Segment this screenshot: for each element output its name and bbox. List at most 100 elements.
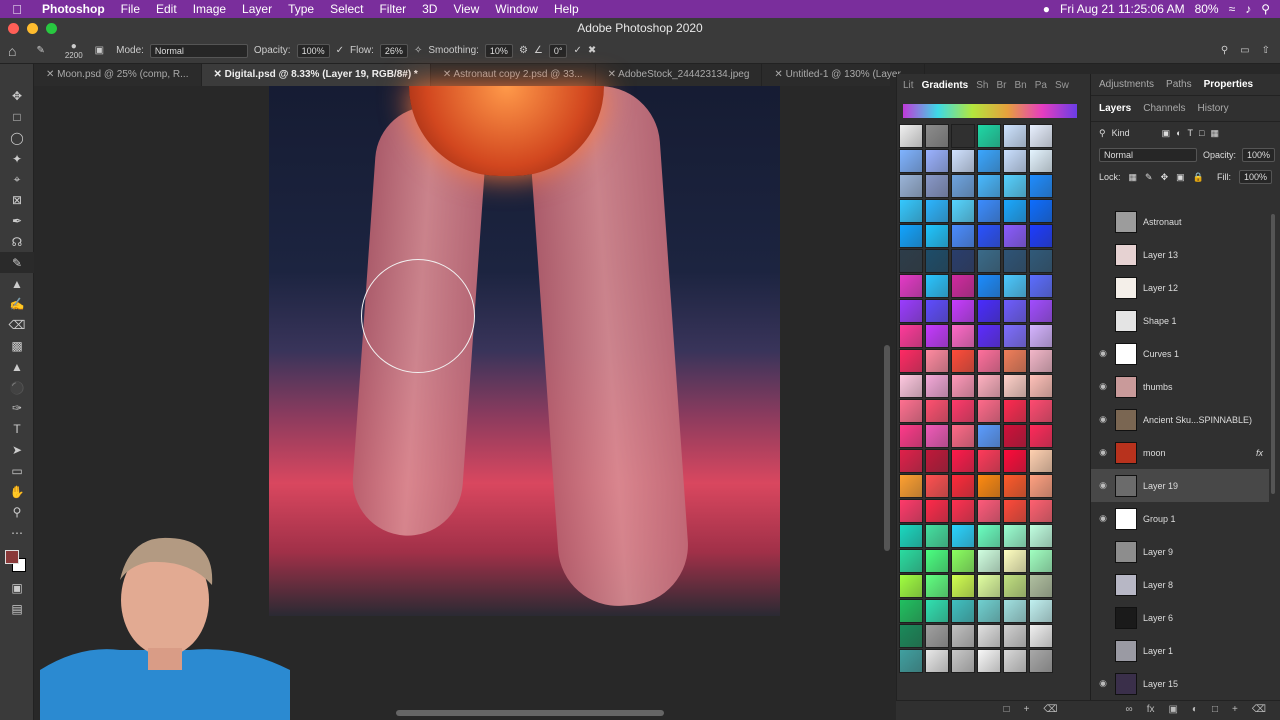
delete-layer-icon[interactable]: ⌫: [1252, 701, 1266, 719]
filter-adjust-icon[interactable]: ◐: [1176, 128, 1181, 138]
gradient-swatch[interactable]: [1029, 449, 1053, 473]
add-style-icon[interactable]: fx: [1147, 701, 1155, 719]
layer-name[interactable]: thumbs: [1143, 382, 1269, 392]
gradient-swatch[interactable]: [899, 624, 923, 648]
pen-tool-icon[interactable]: ✑: [0, 398, 34, 419]
new-group-icon[interactable]: □: [1212, 701, 1218, 719]
blend-mode-select[interactable]: Normal: [1099, 148, 1197, 162]
gradient-swatch[interactable]: [925, 299, 949, 323]
gradient-swatch[interactable]: [1029, 574, 1053, 598]
angle-field[interactable]: 0°: [548, 43, 568, 58]
menu-help[interactable]: Help: [546, 2, 587, 16]
gradient-swatch[interactable]: [1029, 124, 1053, 148]
tab-channels[interactable]: Channels: [1143, 103, 1185, 114]
gradient-swatch[interactable]: [977, 174, 1001, 198]
filter-pixel-icon[interactable]: ▣: [1162, 128, 1171, 139]
menu-view[interactable]: View: [445, 2, 487, 16]
screen-mode-icon[interactable]: ▤: [0, 598, 34, 619]
gradient-swatch[interactable]: [1003, 499, 1027, 523]
gradient-swatch[interactable]: [1029, 599, 1053, 623]
gradient-swatch[interactable]: [925, 324, 949, 348]
layer-name[interactable]: Layer 9: [1143, 547, 1269, 557]
gradient-swatch[interactable]: [1003, 474, 1027, 498]
layer-opacity-field[interactable]: 100%: [1242, 148, 1276, 162]
new-gradient-icon[interactable]: +: [1024, 701, 1030, 719]
menu-file[interactable]: File: [113, 2, 148, 16]
layer-row[interactable]: Layer 12: [1091, 271, 1269, 304]
gradient-swatch[interactable]: [1029, 224, 1053, 248]
gradient-swatch[interactable]: [951, 449, 975, 473]
layer-name[interactable]: Layer 15: [1143, 679, 1269, 689]
gradient-swatch[interactable]: [977, 624, 1001, 648]
gradient-swatch[interactable]: [1003, 549, 1027, 573]
layer-row[interactable]: ◉ Layer 15: [1091, 667, 1269, 700]
doc-tab-adobestock[interactable]: ✕ AdobeStock_244423134.jpeg: [596, 64, 763, 86]
gradient-swatch[interactable]: [951, 374, 975, 398]
gradient-swatch[interactable]: [925, 624, 949, 648]
gradient-swatch[interactable]: [925, 424, 949, 448]
foreground-color-swatch[interactable]: [5, 549, 19, 564]
layer-row[interactable]: ◉ Layer 19: [1091, 469, 1269, 502]
layer-name[interactable]: Layer 12: [1143, 283, 1269, 293]
filter-shape-icon[interactable]: □: [1199, 128, 1204, 138]
gradient-swatch[interactable]: [951, 524, 975, 548]
tab-brushes[interactable]: Br: [996, 80, 1006, 91]
gradient-swatch[interactable]: [1029, 199, 1053, 223]
gradient-swatch[interactable]: [1003, 149, 1027, 173]
gradient-swatch[interactable]: [925, 124, 949, 148]
gradient-swatch[interactable]: [977, 249, 1001, 273]
more-tools-icon[interactable]: ⋯: [0, 523, 34, 544]
layer-name[interactable]: Layer 6: [1143, 613, 1269, 623]
menu-image[interactable]: Image: [185, 2, 234, 16]
visibility-eye-icon[interactable]: ◉: [1091, 348, 1115, 359]
gradient-swatch[interactable]: [951, 399, 975, 423]
gradient-swatch[interactable]: [1029, 174, 1053, 198]
marquee-tool-icon[interactable]: □: [0, 107, 34, 128]
menu-filter[interactable]: Filter: [371, 2, 414, 16]
spotlight-icon[interactable]: ⚲: [1261, 2, 1270, 16]
healing-tool-icon[interactable]: ☊: [0, 232, 34, 253]
gradient-swatch[interactable]: [977, 399, 1001, 423]
stamp-tool-icon[interactable]: ▲: [0, 273, 34, 294]
gradient-swatch[interactable]: [1003, 299, 1027, 323]
gradient-swatch[interactable]: [899, 649, 923, 673]
lock-transparent-icon[interactable]: ▦: [1129, 172, 1138, 183]
gradient-swatch[interactable]: [925, 224, 949, 248]
gradient-swatch[interactable]: [977, 549, 1001, 573]
menu-app[interactable]: Photoshop: [34, 2, 113, 16]
gradient-swatch[interactable]: [1029, 474, 1053, 498]
angle-icon[interactable]: ∠: [534, 45, 543, 56]
layer-row[interactable]: Layer 8: [1091, 568, 1269, 601]
layer-name[interactable]: Astronaut: [1143, 217, 1269, 227]
gear-icon[interactable]: ⚙: [519, 45, 528, 56]
tab-shapes[interactable]: Sh: [976, 80, 988, 91]
gradient-swatch[interactable]: [925, 399, 949, 423]
layer-row[interactable]: Layer 6: [1091, 601, 1269, 634]
gradient-swatch[interactable]: [925, 274, 949, 298]
gradient-swatch[interactable]: [1003, 199, 1027, 223]
tab-paths[interactable]: Paths: [1166, 79, 1192, 90]
lock-all-icon[interactable]: 🔒: [1193, 172, 1204, 183]
layer-row[interactable]: Shape 1: [1091, 304, 1269, 337]
smoothing-field[interactable]: 10%: [484, 43, 513, 58]
menu-type[interactable]: Type: [280, 2, 322, 16]
blur-tool-icon[interactable]: ▲: [0, 356, 34, 377]
layer-row[interactable]: Layer 9: [1091, 535, 1269, 568]
share-icon[interactable]: ⇧: [1262, 45, 1270, 56]
gradient-swatch[interactable]: [1029, 399, 1053, 423]
gradient-swatch[interactable]: [925, 524, 949, 548]
tab-brush-settings[interactable]: Bn: [1014, 80, 1026, 91]
gradient-swatch[interactable]: [899, 499, 923, 523]
layer-row[interactable]: ◉ thumbs: [1091, 370, 1269, 403]
new-folder-icon[interactable]: □: [1004, 701, 1010, 719]
menu-window[interactable]: Window: [487, 2, 546, 16]
lasso-tool-icon[interactable]: ◯: [0, 128, 34, 149]
gradient-swatch[interactable]: [1003, 124, 1027, 148]
layer-row[interactable]: Layer 1: [1091, 634, 1269, 667]
gradient-swatch[interactable]: [1003, 649, 1027, 673]
dodge-tool-icon[interactable]: ⚫: [0, 377, 34, 398]
fill-field[interactable]: 100%: [1238, 170, 1272, 184]
gradient-swatch[interactable]: [977, 274, 1001, 298]
gradient-swatch[interactable]: [925, 449, 949, 473]
gradient-swatch[interactable]: [899, 324, 923, 348]
